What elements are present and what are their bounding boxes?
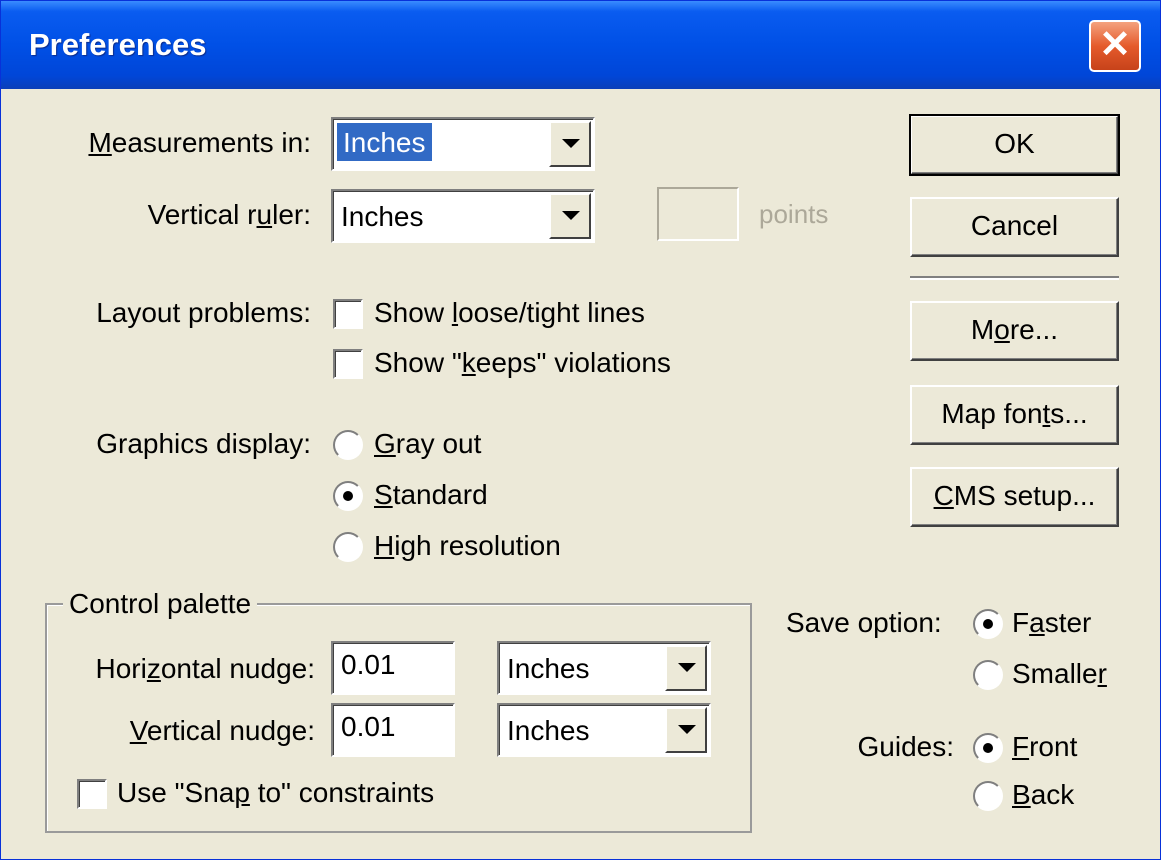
control-palette-title: Control palette [63,588,258,620]
window-title: Preferences [29,27,207,62]
measurements-select[interactable]: Inches [331,117,595,171]
vertical-nudge-unit-select[interactable]: Inches [497,703,711,757]
faster-label: Faster [1012,607,1092,638]
vertical-ruler-select[interactable]: Inches [331,189,595,243]
ok-button[interactable]: OK [909,114,1120,176]
horizontal-nudge-input[interactable]: 0.01 [331,641,455,695]
measurements-label: Measurements in: [88,127,311,158]
gray-out-label: Gray out [374,428,482,459]
horizontal-nudge-unit-select[interactable]: Inches [497,641,711,695]
horizontal-nudge-label: Horizontal nudge: [95,653,315,684]
horizontal-nudge-unit-value: Inches [507,653,590,684]
faster-radio[interactable] [973,609,1003,639]
standard-label: Standard [374,479,488,510]
front-radio[interactable] [973,733,1003,763]
snap-to-label: Use "Snap to" constraints [117,777,435,808]
vertical-ruler-value: Inches [341,201,424,232]
snap-to-checkbox[interactable] [77,779,107,809]
vertical-ruler-label: Vertical ruler: [147,199,311,230]
front-label: Front [1012,731,1078,762]
gray-out-radio[interactable] [333,430,363,460]
radio-selected-dot [983,743,993,753]
loose-tight-label: Show loose/tight lines [374,297,645,328]
high-resolution-label: High resolution [374,530,561,561]
points-label: points [759,199,829,229]
graphics-display-label: Graphics display: [96,428,311,459]
vertical-nudge-input[interactable]: 0.01 [331,703,455,757]
vertical-nudge-label: Vertical nudge: [129,715,315,746]
back-label: Back [1012,779,1075,810]
chevron-down-icon[interactable] [549,193,591,239]
keeps-violations-label: Show "keeps" violations [374,347,671,378]
standard-radio[interactable] [333,481,363,511]
button-separator [910,276,1119,280]
radio-selected-dot [983,619,993,629]
high-resolution-radio[interactable] [333,532,363,562]
chevron-down-icon[interactable] [549,121,591,167]
map-fonts-button[interactable]: Map fonts... [910,385,1119,445]
radio-selected-dot [343,491,353,501]
ruler-points-input [657,187,739,241]
chevron-down-icon[interactable] [665,645,707,691]
chevron-down-icon[interactable] [665,707,707,753]
measurements-value: Inches [337,123,432,161]
cancel-button[interactable]: Cancel [910,197,1119,257]
back-radio[interactable] [973,781,1003,811]
close-icon: ✕ [1099,24,1131,66]
title-bar[interactable]: Preferences ✕ [1,1,1160,89]
more-button[interactable]: More... [910,301,1119,361]
preferences-dialog: Preferences ✕ Measurements in: Inches Ve… [0,0,1161,860]
cms-setup-button[interactable]: CMS setup... [910,467,1119,527]
loose-tight-checkbox[interactable] [333,299,363,329]
save-option-label: Save option: [786,607,942,638]
close-button[interactable]: ✕ [1089,20,1141,72]
guides-label: Guides: [857,731,955,762]
vertical-nudge-unit-value: Inches [507,715,590,746]
smaller-label: Smaller [1012,658,1107,689]
keeps-violations-checkbox[interactable] [333,349,363,379]
smaller-radio[interactable] [973,660,1003,690]
layout-problems-label: Layout problems: [96,297,311,328]
